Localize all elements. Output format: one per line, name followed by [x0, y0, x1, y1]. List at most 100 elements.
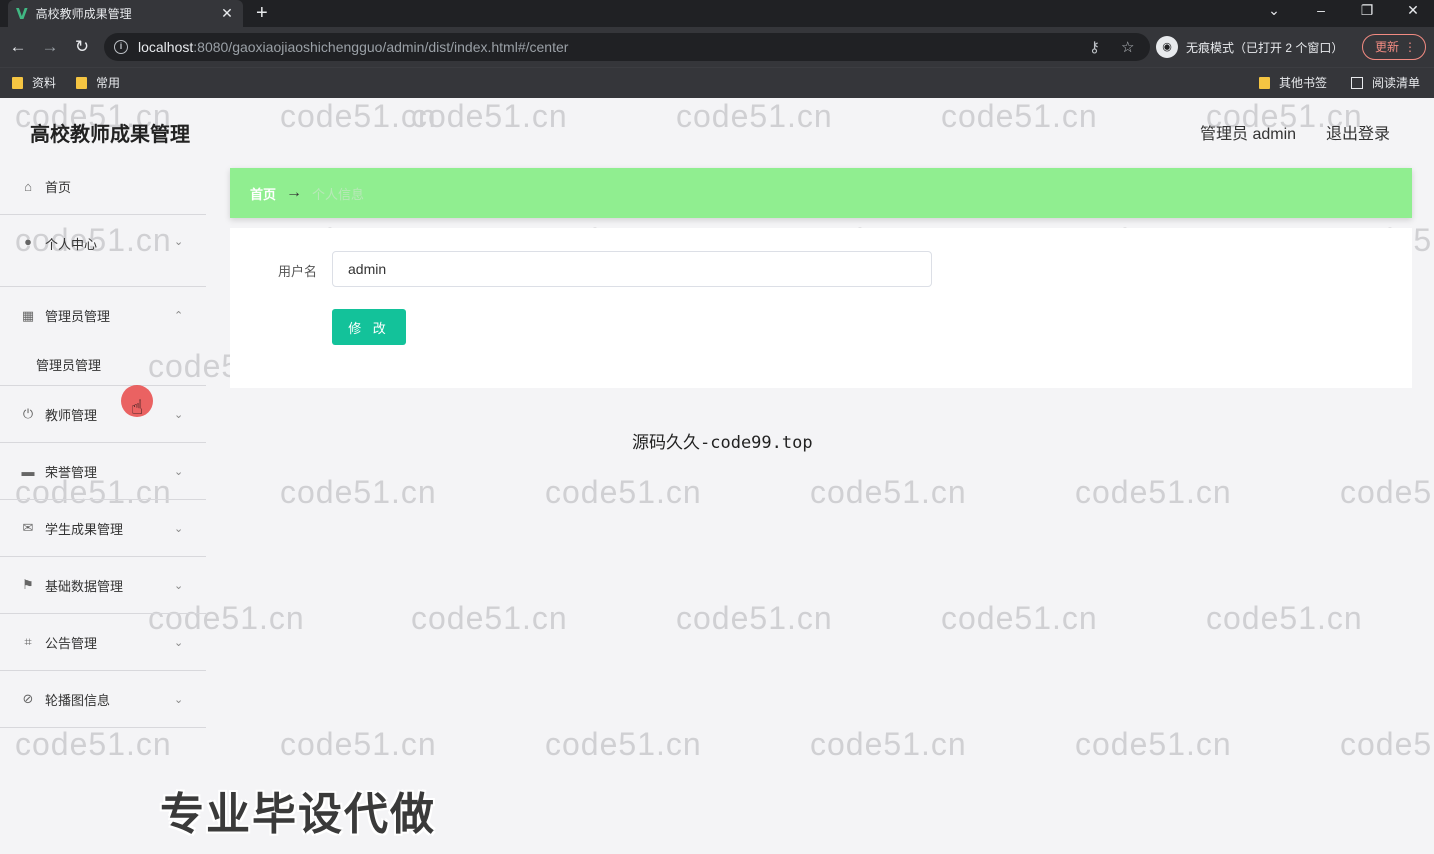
- reading-list-icon: [1351, 76, 1363, 89]
- watermark: code51.cn: [810, 474, 967, 510]
- watermark: code51.cn: [411, 600, 568, 636]
- sidebar-item-basic-data[interactable]: ⚑ 基础数据管理 ⌄: [0, 557, 206, 614]
- sidebar-item-carousel[interactable]: ⊘ 轮播图信息 ⌄: [0, 671, 206, 728]
- reading-list[interactable]: 阅读清单: [1351, 74, 1420, 91]
- chevron-down-icon: ⌄: [174, 408, 184, 421]
- sidebar-item-label: 轮播图信息: [45, 692, 111, 708]
- watermark: code51.cn: [280, 474, 437, 510]
- username-label: 用户名: [278, 264, 318, 279]
- incognito-indicator[interactable]: ◉ 无痕模式（已打开 2 个窗口）: [1156, 34, 1343, 60]
- bookmark-label: 其他书签: [1279, 76, 1328, 90]
- sidebar-item-label: 教师管理: [45, 407, 98, 423]
- new-tab-icon[interactable]: +: [256, 2, 268, 24]
- user-icon: ●: [24, 234, 32, 249]
- bookmark-folder-changyong[interactable]: 常用: [76, 74, 120, 91]
- chevron-down-icon[interactable]: ⌄: [1264, 2, 1284, 19]
- back-arrow-icon[interactable]: ←: [8, 37, 28, 57]
- url-path: :8080/gaoxiaojiaoshichengguo/admin/dist/…: [193, 39, 569, 55]
- watermark: code51.cn: [941, 98, 1098, 134]
- bookmark-label: 资料: [32, 76, 57, 90]
- watermark: code51.cn: [15, 726, 172, 762]
- hand-cursor-icon: ☝: [131, 397, 144, 419]
- browser-tab-bar: V 高校教师成果管理 ✕ + ⌄ – ❐ ✕: [0, 0, 1434, 27]
- app-title: 高校教师成果管理: [30, 124, 190, 146]
- close-window-icon[interactable]: ✕: [1403, 2, 1423, 19]
- star-icon[interactable]: ☆: [1121, 38, 1134, 56]
- chevron-up-icon: ⌃: [174, 310, 184, 322]
- watermark: code51.cn: [676, 98, 833, 134]
- bookmarks-bar: 资料 常用 其他书签 阅读清单: [0, 67, 1434, 98]
- close-tab-icon[interactable]: ✕: [219, 5, 235, 22]
- reload-icon[interactable]: ↻: [72, 37, 92, 57]
- folder-icon: [76, 76, 87, 89]
- sidebar-item-label: 学生成果管理: [45, 521, 124, 537]
- tab-title: 高校教师成果管理: [35, 7, 132, 21]
- bookmark-folder-ziliao[interactable]: 资料: [12, 74, 56, 91]
- breadcrumb: 首页 → 个人信息: [230, 168, 1412, 218]
- tag-icon: ▬: [21, 463, 35, 479]
- arrow-right-icon: →: [286, 184, 303, 201]
- chevron-down-icon: ⌄: [174, 465, 184, 478]
- watermark: code51.cn: [1340, 726, 1434, 762]
- sidebar-item-personal-center[interactable]: ● 个人中心 ⌄: [0, 215, 206, 287]
- grid-icon: ▦: [21, 307, 35, 323]
- vue-favicon-icon: V: [16, 4, 28, 23]
- watermark: code51.cn: [810, 726, 967, 762]
- incognito-icon: ◉: [1156, 36, 1178, 58]
- sidebar-item-label: 管理员管理: [45, 309, 111, 324]
- breadcrumb-current: 个人信息: [312, 186, 365, 202]
- watermark: code51.cn: [545, 474, 702, 510]
- current-user-label: 管理员 admin: [1200, 126, 1297, 143]
- sidebar-item-home[interactable]: ⌂ 首页: [0, 158, 206, 215]
- profile-form: 用户名 修 改: [230, 228, 1412, 388]
- browser-tab[interactable]: V 高校教师成果管理 ✕: [8, 0, 243, 27]
- watermark: code51.cn: [676, 600, 833, 636]
- promo-overlay-text: 专业毕设代做: [160, 790, 436, 839]
- sidebar-item-honor-management[interactable]: ▬ 荣誉管理 ⌄: [0, 443, 206, 500]
- bookmark-label: 阅读清单: [1372, 76, 1421, 90]
- incognito-label: 无痕模式（已打开 2 个窗口）: [1186, 40, 1344, 55]
- info-icon[interactable]: i: [114, 40, 128, 54]
- sidebar-menu: ⌂ 首页 ● 个人中心 ⌄ ▦ 管理员管理 ⌃ 管理员管理 ⏻ 教师管理 ⌄ ▬…: [0, 158, 206, 728]
- submenu-item-admin-management[interactable]: 管理员管理: [0, 344, 206, 386]
- sidebar-item-label: 首页: [45, 179, 72, 195]
- chevron-down-icon: ⌄: [174, 693, 184, 706]
- watermark: code51.cn: [411, 98, 568, 134]
- chevron-down-icon: ⌄: [174, 579, 184, 592]
- chevron-down-icon: ⌄: [174, 522, 184, 535]
- breadcrumb-home[interactable]: 首页: [250, 184, 276, 203]
- crop-icon: ⌗: [24, 634, 32, 649]
- watermark: code51.cn: [941, 600, 1098, 636]
- folder-icon: [12, 76, 23, 89]
- sidebar-item-label: 公告管理: [45, 635, 98, 651]
- watermark: code51.cn: [1075, 726, 1232, 762]
- restore-icon[interactable]: ❐: [1357, 2, 1377, 19]
- browser-toolbar: ← → ↻ i localhost :8080/gaoxiaojiaoshich…: [0, 27, 1434, 67]
- home-icon: ⌂: [24, 178, 32, 194]
- sidebar-item-student-achievement[interactable]: ✉ 学生成果管理 ⌄: [0, 500, 206, 557]
- update-button[interactable]: 更新 ⋮: [1362, 34, 1426, 60]
- watermark: code51.cn: [1206, 600, 1363, 636]
- forward-arrow-icon[interactable]: →: [40, 37, 60, 57]
- folder-icon: [1259, 76, 1270, 89]
- bookmark-folder-other[interactable]: 其他书签: [1259, 74, 1327, 91]
- sidebar-item-announcement[interactable]: ⌗ 公告管理 ⌄: [0, 614, 206, 671]
- address-bar[interactable]: i localhost :8080/gaoxiaojiaoshichengguo…: [104, 33, 1150, 61]
- eye-off-icon: ⊘: [22, 691, 34, 706]
- sidebar-item-teacher-management[interactable]: ⏻ 教师管理 ⌄: [0, 386, 206, 443]
- footer-text: 源码久久-code99.top: [632, 433, 813, 453]
- update-label: 更新: [1375, 40, 1400, 54]
- sidebar-item-admin-management[interactable]: ▦ 管理员管理 ⌃: [0, 287, 206, 344]
- watermark: code51.cn: [1340, 474, 1434, 510]
- app-viewport: code51.cn code51.cn code51.cn code51.cn …: [0, 98, 1434, 854]
- minimize-icon[interactable]: –: [1311, 2, 1331, 18]
- flag-icon: ⚑: [22, 577, 34, 592]
- sidebar-item-label: 个人中心: [45, 237, 98, 252]
- modify-button[interactable]: 修 改: [332, 309, 406, 345]
- url-host: localhost: [138, 39, 194, 55]
- key-icon[interactable]: ⚷: [1089, 38, 1100, 56]
- logout-button[interactable]: 退出登录: [1326, 120, 1390, 144]
- watermark: code51.cn: [280, 98, 437, 134]
- sidebar-item-label: 荣誉管理: [45, 464, 98, 480]
- username-field[interactable]: [332, 251, 932, 287]
